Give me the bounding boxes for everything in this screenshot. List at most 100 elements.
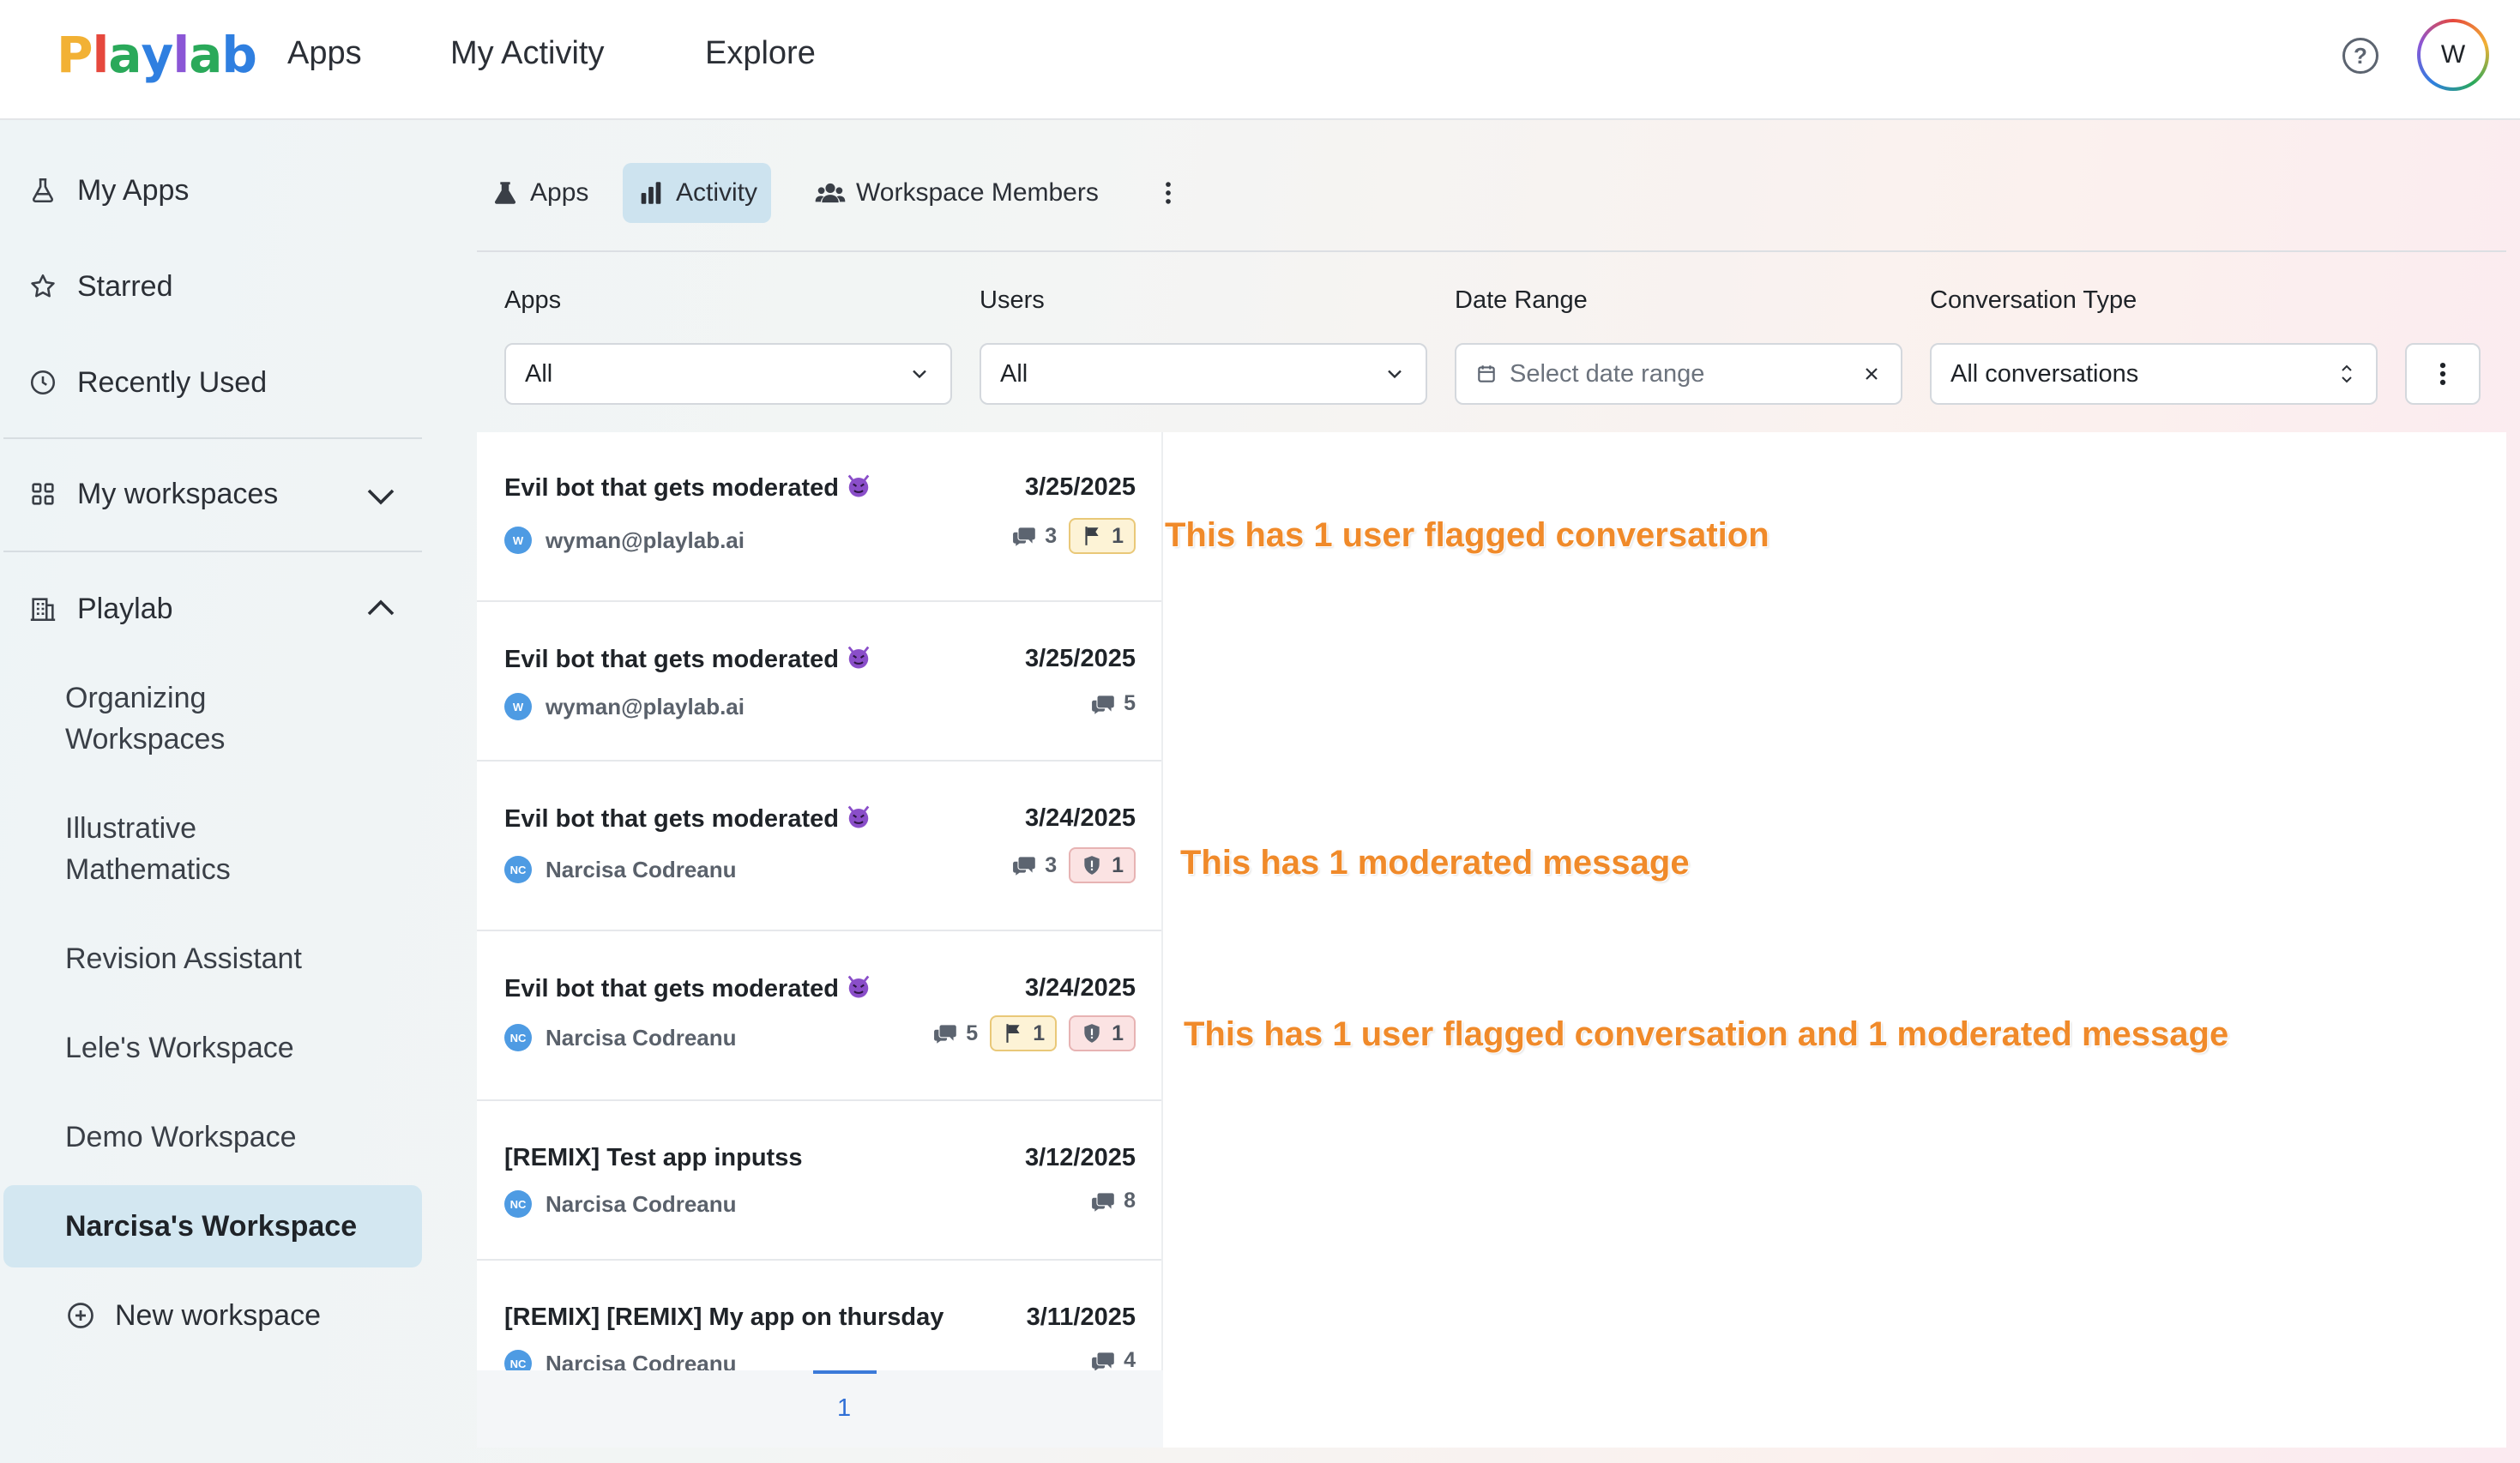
tab-label: Apps	[530, 178, 589, 207]
conversation-user: Wwyman@playlab.ai	[504, 693, 745, 720]
chevron-down-icon[interactable]	[360, 475, 401, 516]
conversation-title: Evil bot that gets moderated	[504, 645, 871, 674]
user-avatar[interactable]: W	[2417, 19, 2489, 91]
nav-apps[interactable]: Apps	[287, 29, 362, 77]
top-header: Playlab Apps My Activity Explore ? W	[0, 0, 2520, 120]
tab-activity[interactable]: Activity	[623, 163, 772, 223]
chevron-down-icon	[913, 370, 926, 379]
sidebar-item-revision-assistant[interactable]: Revision Assistant	[3, 938, 422, 979]
conversation-row[interactable]: [REMIX] [REMIX] My app on thursday 3/11/…	[477, 1261, 1161, 1370]
sidebar-item-my-apps[interactable]: My Apps	[3, 170, 422, 211]
filter-users-label: Users	[980, 286, 1045, 314]
sidebar-divider	[3, 437, 422, 439]
conversation-user: Wwyman@playlab.ai	[504, 527, 745, 554]
user-avatar: NC	[504, 856, 532, 883]
sidebar-item-starred[interactable]: Starred	[3, 266, 422, 307]
conversation-title: Evil bot that gets moderated	[504, 473, 871, 503]
tab-workspace-members[interactable]: Workspace Members	[801, 163, 1112, 223]
conversation-date: 3/25/2025	[1024, 473, 1136, 501]
sidebar-item-recently-used[interactable]: Recently Used	[3, 362, 422, 403]
conversation-list: Evil bot that gets moderated 3/25/2025 W…	[477, 432, 1163, 1370]
bar-chart-icon	[641, 182, 661, 204]
conversation-user: NC Narcisa Codreanu	[504, 1350, 737, 1370]
annotation-flagged: This has 1 user flagged conversation	[1165, 516, 1769, 554]
nav-explore[interactable]: Explore	[705, 29, 816, 77]
conversation-title: [REMIX] [REMIX] My app on thursday	[504, 1303, 944, 1331]
chat-icon	[1091, 693, 1117, 715]
filter-date-range-label: Date Range	[1455, 286, 1588, 314]
conversation-title: Evil bot that gets moderated	[504, 974, 871, 1003]
user-avatar: W	[504, 527, 532, 554]
new-workspace-button[interactable]: New workspace	[3, 1295, 422, 1336]
conversation-row[interactable]: Evil bot that gets moderated 3/24/2025 N…	[477, 762, 1161, 931]
conversation-stats: 8	[1091, 1189, 1136, 1213]
help-icon[interactable]: ?	[2342, 38, 2378, 74]
annotation-flagged-and-moderated: This has 1 user flagged conversation and…	[1184, 1015, 2229, 1053]
sidebar-item-narcisas-workspace[interactable]: Narcisa's Workspace	[3, 1185, 422, 1267]
plus-circle-icon	[63, 1298, 98, 1333]
flag-icon	[1002, 1022, 1024, 1045]
filter-conversation-type-select[interactable]: All conversations	[1930, 343, 2378, 405]
sidebar-item-organizing-workspaces[interactable]: Organizing Workspaces	[3, 677, 364, 760]
conversation-date: 3/11/2025	[1026, 1303, 1136, 1331]
sidebar-item-label: My workspaces	[77, 477, 279, 510]
chat-icon	[1091, 1190, 1117, 1213]
user-avatar: NC	[504, 1190, 532, 1218]
flag-icon	[1081, 525, 1103, 547]
chevron-up-icon[interactable]	[360, 588, 401, 629]
nav-my-activity[interactable]: My Activity	[450, 29, 604, 77]
conversation-row[interactable]: Evil bot that gets moderated 3/25/2025 W…	[477, 432, 1161, 602]
kebab-menu-icon	[2439, 362, 2446, 386]
filter-apps-label: Apps	[504, 286, 562, 314]
annotation-moderated: This has 1 moderated message	[1180, 844, 1690, 882]
playlab-logo[interactable]: Playlab	[57, 21, 257, 89]
message-count: 3	[1012, 853, 1057, 878]
current-page-indicator	[813, 1370, 877, 1374]
clear-icon[interactable]	[1861, 364, 1882, 384]
conversation-row[interactable]: [REMIX] Test app inputss 3/12/2025 NC Nar…	[477, 1101, 1161, 1261]
pagination: 1	[477, 1370, 1163, 1448]
message-count: 5	[1091, 691, 1136, 716]
conversation-stats: 4	[1091, 1348, 1136, 1370]
avatar-initial: W	[2421, 22, 2486, 87]
filter-conversation-type-value: All conversations	[1950, 359, 2139, 388]
sidebar-item-leles-workspace[interactable]: Lele's Workspace	[3, 1027, 422, 1069]
select-arrows-icon	[2342, 364, 2352, 383]
flag-badge: 1	[1069, 518, 1136, 554]
conversation-user: NC Narcisa Codreanu	[504, 856, 737, 883]
devil-emoji-icon	[846, 473, 871, 499]
message-count: 8	[1091, 1189, 1136, 1213]
sidebar-item-label: Playlab	[77, 592, 173, 625]
conversation-stats: 5 1 1	[933, 1015, 1136, 1051]
conversation-stats: 3 1	[1012, 847, 1136, 883]
conversation-row[interactable]: Evil bot that gets moderated 3/24/2025 N…	[477, 931, 1161, 1101]
filter-more-button[interactable]	[2405, 343, 2481, 405]
message-count: 3	[1012, 524, 1057, 549]
tab-apps[interactable]: Apps	[477, 163, 602, 223]
filter-users-select[interactable]: All	[980, 343, 1427, 405]
sidebar-org-playlab[interactable]: Playlab	[3, 588, 422, 629]
devil-emoji-icon	[846, 974, 871, 1000]
chevron-down-icon	[1388, 370, 1402, 379]
sidebar-my-workspaces[interactable]: My workspaces	[3, 473, 422, 515]
conversation-title: [REMIX] Test app inputss	[504, 1144, 803, 1171]
more-options-button[interactable]	[1154, 163, 1192, 223]
message-count: 5	[933, 1021, 978, 1046]
clock-icon	[26, 365, 60, 400]
conversation-date: 3/25/2025	[1024, 645, 1136, 672]
filter-date-range-input[interactable]: Select date range	[1455, 343, 1902, 405]
moderated-badge: 1	[1069, 1015, 1136, 1051]
building-icon	[26, 592, 60, 626]
star-icon	[26, 269, 60, 304]
sidebar-item-demo-workspace[interactable]: Demo Workspace	[3, 1117, 422, 1158]
conversation-date: 3/12/2025	[1024, 1144, 1136, 1171]
sidebar-item-illustrative-mathematics[interactable]: Illustrative Mathematics	[3, 808, 364, 890]
calendar-icon	[1478, 365, 1495, 382]
filter-apps-select[interactable]: All	[504, 343, 952, 405]
chat-icon	[1091, 1350, 1117, 1371]
flag-badge: 1	[990, 1015, 1058, 1051]
conversation-user: NC Narcisa Codreanu	[504, 1190, 737, 1218]
conversation-stats: 3 1	[1012, 518, 1136, 554]
filter-conversation-type-label: Conversation Type	[1930, 286, 2137, 314]
conversation-row[interactable]: Evil bot that gets moderated 3/25/2025 W…	[477, 602, 1161, 762]
